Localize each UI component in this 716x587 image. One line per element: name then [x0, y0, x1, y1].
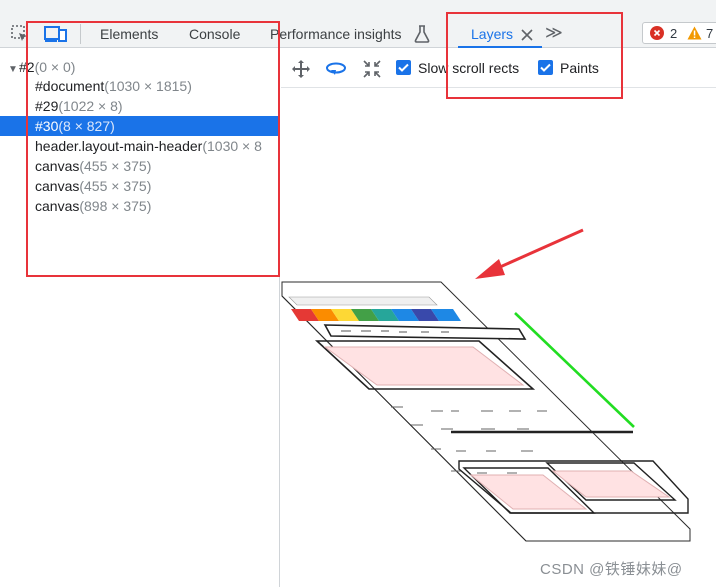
tab-performance-insights[interactable]: Performance insights	[270, 26, 402, 42]
inspect-element-icon[interactable]	[10, 24, 30, 49]
warning-icon	[687, 26, 702, 45]
tree-layer-item[interactable]: #document(1030 × 1815)	[0, 76, 280, 96]
layer-size: (0 × 0)	[34, 59, 76, 75]
layer-name: #30	[35, 118, 59, 134]
layer-name: #2	[19, 59, 35, 75]
tree-layer-item[interactable]: canvas(455 × 375)	[0, 176, 280, 196]
layer-name: header.layout-main-header	[35, 138, 203, 154]
tree-layer-item-selected[interactable]: #30(8 × 827)	[0, 116, 280, 136]
tree-layer-item[interactable]: #29(1022 × 8)	[0, 96, 280, 116]
paints-checkbox[interactable]	[538, 60, 553, 75]
page-header-strip	[288, 296, 438, 306]
layer-name: #29	[35, 98, 59, 114]
slow-scroll-rects-label[interactable]: Slow scroll rects	[418, 60, 519, 76]
tree-layer-item[interactable]: header.layout-main-header(1030 × 8	[0, 136, 280, 156]
experiment-flask-icon	[414, 25, 430, 48]
layers-toolbar: Slow scroll rects Paints	[281, 48, 716, 88]
layers-3d-view	[281, 228, 691, 542]
reset-transform-icon[interactable]	[362, 59, 382, 84]
layer-size: (1030 × 8	[202, 138, 262, 154]
toolbar-divider	[80, 24, 81, 44]
layer-name: canvas	[35, 198, 80, 214]
devtools-tabbar: Elements Console Performance insights La…	[0, 0, 716, 48]
layer-size: (898 × 375)	[79, 198, 152, 214]
error-icon	[650, 26, 664, 45]
slow-scroll-rects-checkbox[interactable]	[396, 60, 411, 75]
layers-3d-viewport[interactable]	[281, 89, 716, 587]
pan-mode-icon[interactable]	[291, 59, 311, 84]
layer-name: canvas	[35, 158, 80, 174]
watermark: CSDN @铁锤妹妹@	[540, 561, 683, 578]
tree-layer-item[interactable]: canvas(898 × 375)	[0, 196, 280, 216]
layer-size: (455 × 375)	[79, 158, 152, 174]
collapse-triangle-icon[interactable]: ▼	[0, 60, 18, 77]
annotation-arrow-icon	[475, 228, 584, 279]
rotate-mode-icon[interactable]	[325, 59, 347, 84]
tab-elements[interactable]: Elements	[100, 26, 158, 42]
layer-name: canvas	[35, 178, 80, 194]
layer-name: #document	[35, 78, 105, 94]
tab-layers[interactable]: Layers	[471, 26, 513, 42]
layer-size: (455 × 375)	[79, 178, 152, 194]
issues-counter[interactable]: 2 7	[642, 22, 716, 44]
tree-root-layer[interactable]: ▼#2(0 × 0)	[0, 57, 280, 77]
layer-size: (8 × 827)	[58, 118, 115, 134]
layer-tree: ▼#2(0 × 0) #document(1030 × 1815) #29(10…	[0, 48, 280, 587]
error-count: 2	[670, 26, 678, 41]
tree-layer-item[interactable]: canvas(455 × 375)	[0, 156, 280, 176]
layer-size: (1030 × 1815)	[104, 78, 192, 94]
paints-label[interactable]: Paints	[560, 60, 599, 76]
device-toolbar-icon[interactable]	[44, 24, 68, 49]
tab-console[interactable]: Console	[189, 26, 240, 42]
layer-size: (1022 × 8)	[58, 98, 123, 114]
close-tab-icon[interactable]	[521, 28, 533, 46]
warning-count: 7	[706, 26, 714, 41]
more-tabs-button[interactable]: ≫	[545, 23, 563, 43]
